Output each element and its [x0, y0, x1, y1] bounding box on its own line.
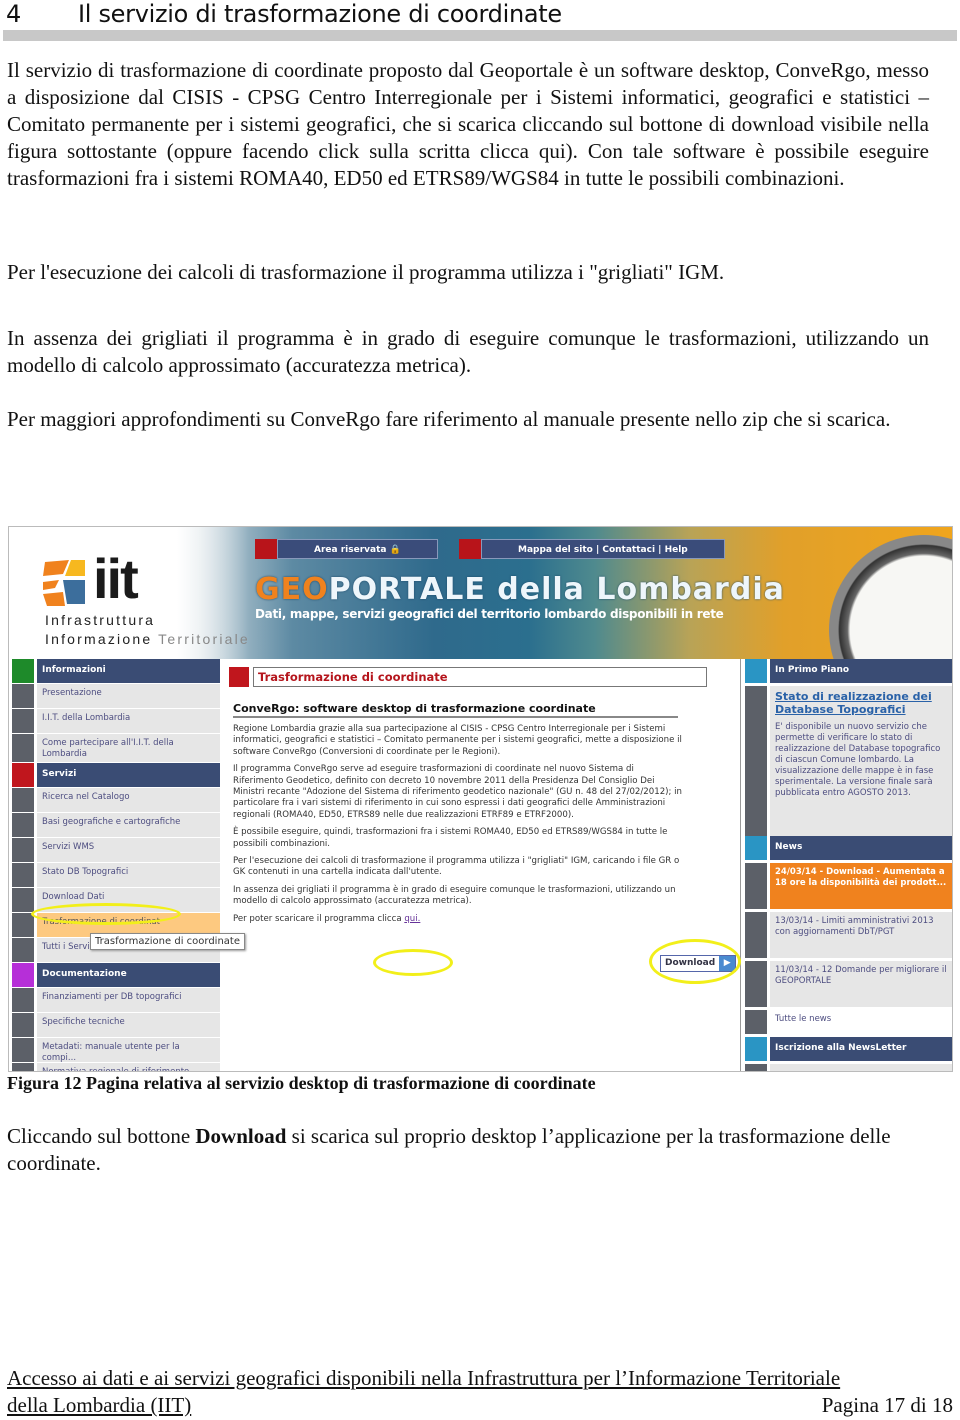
news-item[interactable]: 11/03/14 - 12 Domande per migliorare il … — [745, 961, 952, 1007]
site-nav: Mappa del sito | Contattaci | Help — [459, 539, 725, 559]
section-heading: 4 Il servizio di trasformazione di coordi… — [6, 0, 562, 28]
manual-paragraph: Per maggiori approfondimenti su ConveRgo… — [7, 407, 891, 431]
newsletter-header[interactable]: Iscrizione alla NewsLetter — [745, 1037, 952, 1061]
menu-item[interactable]: Finanziamenti per DB topografici — [12, 988, 220, 1012]
logo-line1: Infrastruttura — [45, 612, 156, 628]
download-link-qui[interactable]: qui. — [404, 914, 420, 924]
menu-section-header[interactable]: Documentazione — [12, 963, 220, 987]
menu-item[interactable]: Come partecipare all'I.I.T. della Lombar… — [12, 734, 220, 762]
menu-label: Ricerca nel Catalogo — [37, 788, 220, 812]
menu-label: Documentazione — [37, 963, 220, 987]
geoportale-screenshot: iit Infrastruttura Informazione Territor… — [8, 526, 953, 1072]
figure-caption: Figura 12 Pagina relativa al servizio de… — [7, 1073, 596, 1093]
menu-section-header[interactable]: Informazioni — [12, 659, 220, 683]
lock-icon: 🔒 — [389, 545, 401, 555]
menu-item[interactable]: Basi geografiche e cartografiche — [12, 813, 220, 837]
iit-logo-mark-icon — [43, 560, 85, 606]
menu-item[interactable]: Presentazione — [12, 684, 220, 708]
menu-label: Basi geografiche e cartografiche — [37, 813, 220, 837]
menu-label: Stato DB Topografici — [37, 863, 220, 887]
news-header: News — [745, 836, 952, 860]
menu-item[interactable]: Ricerca nel Catalogo — [12, 788, 220, 812]
menu-item[interactable]: Metadati: manuale utente per la compi... — [12, 1038, 220, 1063]
menu-item[interactable]: Specifiche tecniche — [12, 1013, 220, 1037]
reserved-area-link[interactable]: Area riservata 🔒 — [277, 539, 438, 559]
reserved-area-nav: Area riservata 🔒 — [255, 539, 438, 559]
menu-label: Come partecipare all'I.I.T. della Lombar… — [37, 734, 220, 762]
menu-label: Servizi WMS — [37, 838, 220, 862]
download-sentence: Per poter scaricare il programma clicca … — [233, 913, 421, 924]
menu-label: Informazioni — [37, 659, 220, 683]
geoportale-title: GEOPORTALE della Lombardia — [255, 572, 785, 607]
footer-title-line2: della Lombardia (IIT) — [7, 1393, 192, 1417]
menu-label: Servizi — [37, 763, 220, 787]
content-title: Trasformazione di coordinate — [253, 667, 707, 687]
stato-db-link[interactable]: Stato di realizzazione dei Database Topo… — [775, 690, 949, 716]
banner: iit Infrastruttura Informazione Territor… — [9, 527, 952, 725]
content-paragraph: È possibile eseguire, quindi, trasformaz… — [233, 827, 668, 849]
menu-label: Metadati: manuale utente per la compi... — [37, 1038, 220, 1063]
geoportale-tagline: Dati, mappe, servizi geografici del terr… — [255, 607, 724, 621]
highlight-qui — [373, 949, 453, 976]
highlight-menu-item — [31, 903, 181, 925]
intro-paragraph: Il servizio di trasformazione di coordin… — [7, 58, 929, 190]
iit-logo-text: iit — [93, 547, 139, 610]
news-item[interactable]: 24/03/14 - Download - Aumentata a 18 ore… — [745, 863, 952, 909]
tooltip: Trasformazione di coordinate — [90, 933, 245, 950]
site-nav-links[interactable]: Mappa del sito | Contattaci | Help — [481, 539, 725, 559]
menu-label: Finanziamenti per DB topografici — [37, 988, 220, 1012]
page-number: Pagina 17 di 18 — [821, 1393, 953, 1417]
highlight-download — [649, 939, 741, 984]
content-paragraph: Il programma ConveRgo serve ad eseguire … — [233, 764, 682, 820]
menu-label: Normativa regionale di riferimento — [37, 1063, 220, 1071]
center-content: Trasformazione di coordinate ConveRgo: s… — [223, 659, 741, 1071]
menu-item[interactable]: I.I.T. della Lombardia — [12, 709, 220, 733]
download-paragraph: Cliccando sul bottone Download si scaric… — [7, 1124, 891, 1175]
content-paragraph: In assenza dei grigliati il programma è … — [233, 884, 676, 907]
right-column: In Primo Piano Stato di realizzazione de… — [745, 659, 952, 1071]
menu-item[interactable]: Servizi WMS — [12, 838, 220, 862]
heading-divider — [3, 30, 957, 41]
grid-paragraph: Per l'esecuzione dei calcoli di trasform… — [7, 260, 725, 284]
content-subtitle: ConveRgo: software desktop di trasformaz… — [233, 702, 678, 718]
logo-line2: Informazione Territoriale — [45, 631, 250, 647]
menu-label: I.I.T. della Lombardia — [37, 709, 220, 733]
footer-title-line1: Accesso ai dati e ai servizi geografici … — [7, 1366, 841, 1390]
content-paragraph: Regione Lombardia grazie alla sua partec… — [233, 724, 682, 757]
in-primo-piano-box: Stato di realizzazione dei Database Topo… — [745, 686, 952, 852]
content-paragraph: Per l'esecuzione dei calcoli di trasform… — [233, 856, 680, 878]
left-menu: Informazioni Presentazione I.I.T. della Lo… — [12, 659, 220, 1071]
news-item[interactable]: 13/03/14 - Limiti amministrativi 2013 co… — [745, 912, 952, 958]
menu-label: Presentazione — [37, 684, 220, 708]
section-title: Il servizio di trasformazione di coordin… — [78, 0, 562, 28]
menu-item[interactable]: Stato DB Topografici — [12, 863, 220, 887]
all-news-link[interactable]: Tutte le news — [745, 1010, 952, 1034]
in-primo-piano-header: In Primo Piano — [745, 659, 952, 683]
section-number: 4 — [6, 0, 21, 28]
menu-label: Specifiche tecniche — [37, 1013, 220, 1037]
content-body: Regione Lombardia grazie alla sua partec… — [233, 724, 683, 931]
menu-item[interactable]: Normativa regionale di riferimento — [12, 1063, 220, 1071]
menu-section-header[interactable]: Servizi — [12, 763, 220, 787]
approx-paragraph: In assenza dei grigliati il programma è … — [7, 326, 929, 377]
